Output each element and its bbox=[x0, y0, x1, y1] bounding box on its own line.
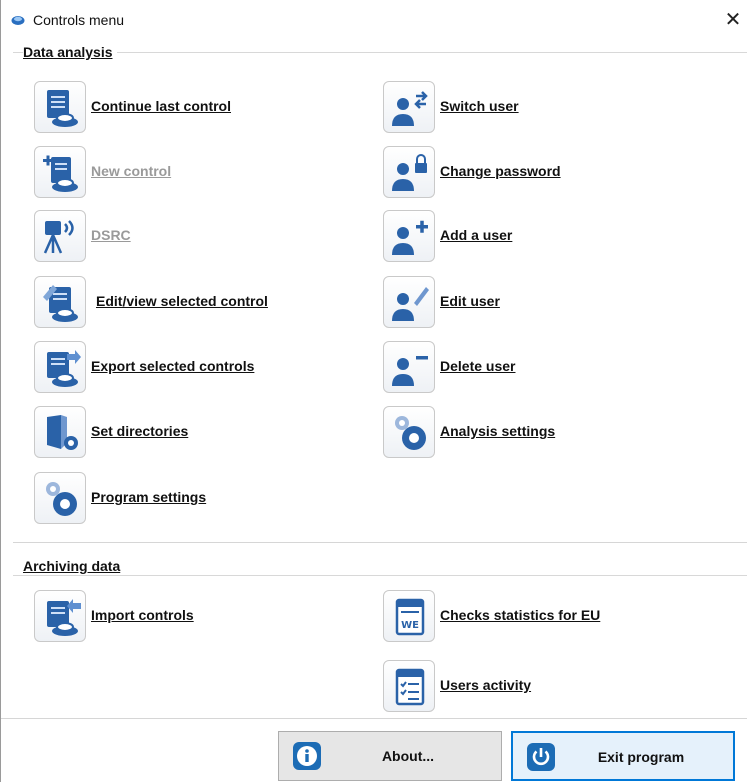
change-password-label: Change password bbox=[440, 163, 561, 179]
about-button[interactable]: About... bbox=[278, 731, 502, 781]
user-lock-icon bbox=[392, 154, 427, 191]
archiving-group-line bbox=[13, 575, 747, 576]
delete-user-icon bbox=[392, 356, 428, 386]
import-document-icon bbox=[47, 599, 81, 636]
program-settings-label: Program settings bbox=[91, 489, 207, 505]
exit-program-button[interactable]: Exit program bbox=[511, 731, 735, 781]
add-user-icon bbox=[392, 220, 428, 255]
we-document-icon: WE bbox=[395, 598, 425, 636]
switch-user-label: Switch user bbox=[440, 98, 519, 114]
controls-menu-window: Controls menu ✕ Data analysis Continue l… bbox=[0, 0, 747, 782]
dsrc-label: DSRC bbox=[91, 227, 131, 243]
edit-user-label: Edit user bbox=[440, 293, 500, 309]
new-document-user-icon bbox=[43, 155, 78, 192]
switch-user-icon bbox=[392, 91, 428, 126]
set-directories-label: Set directories bbox=[91, 423, 189, 439]
window-title: Controls menu bbox=[33, 12, 125, 28]
delete-user-label: Delete user bbox=[440, 358, 516, 374]
edit-document-icon bbox=[43, 285, 78, 322]
export-document-icon bbox=[47, 350, 81, 387]
add-a-user-label: Add a user bbox=[440, 227, 513, 243]
users-activity-label: Users activity bbox=[440, 677, 532, 693]
archiving-data-heading: Archiving data bbox=[23, 558, 125, 574]
new-control-label: New control bbox=[91, 163, 172, 179]
power-icon bbox=[527, 743, 555, 771]
edit-view-selected-control-label: Edit/view selected control bbox=[96, 293, 268, 309]
continue-last-control-label: Continue last control bbox=[91, 98, 231, 114]
app-icon bbox=[11, 16, 25, 25]
exit-program-label: Exit program bbox=[597, 749, 685, 765]
section-divider bbox=[13, 542, 747, 543]
bottom-bar: About... Exit program bbox=[1, 718, 747, 782]
edit-user-icon bbox=[392, 287, 429, 321]
folder-gear-icon bbox=[47, 415, 78, 450]
close-button[interactable]: ✕ bbox=[718, 6, 747, 34]
title-bar: Controls menu ✕ bbox=[1, 0, 747, 40]
analysis-settings-label: Analysis settings bbox=[440, 423, 556, 439]
we-icon-text: WE bbox=[401, 620, 419, 631]
dsrc-antenna-icon bbox=[43, 220, 74, 254]
document-user-icon bbox=[47, 90, 78, 127]
export-selected-controls-label: Export selected controls bbox=[91, 358, 255, 374]
gears-icon bbox=[395, 416, 426, 450]
data-analysis-group-line bbox=[13, 52, 747, 53]
checks-statistics-eu-label: Checks statistics for EU bbox=[440, 607, 601, 623]
import-controls-label: Import controls bbox=[91, 607, 194, 623]
gears-icon bbox=[46, 482, 77, 516]
info-icon bbox=[293, 742, 321, 770]
data-analysis-heading: Data analysis bbox=[23, 44, 117, 60]
about-label: About... bbox=[381, 748, 435, 764]
checklist-document-icon bbox=[395, 668, 425, 706]
